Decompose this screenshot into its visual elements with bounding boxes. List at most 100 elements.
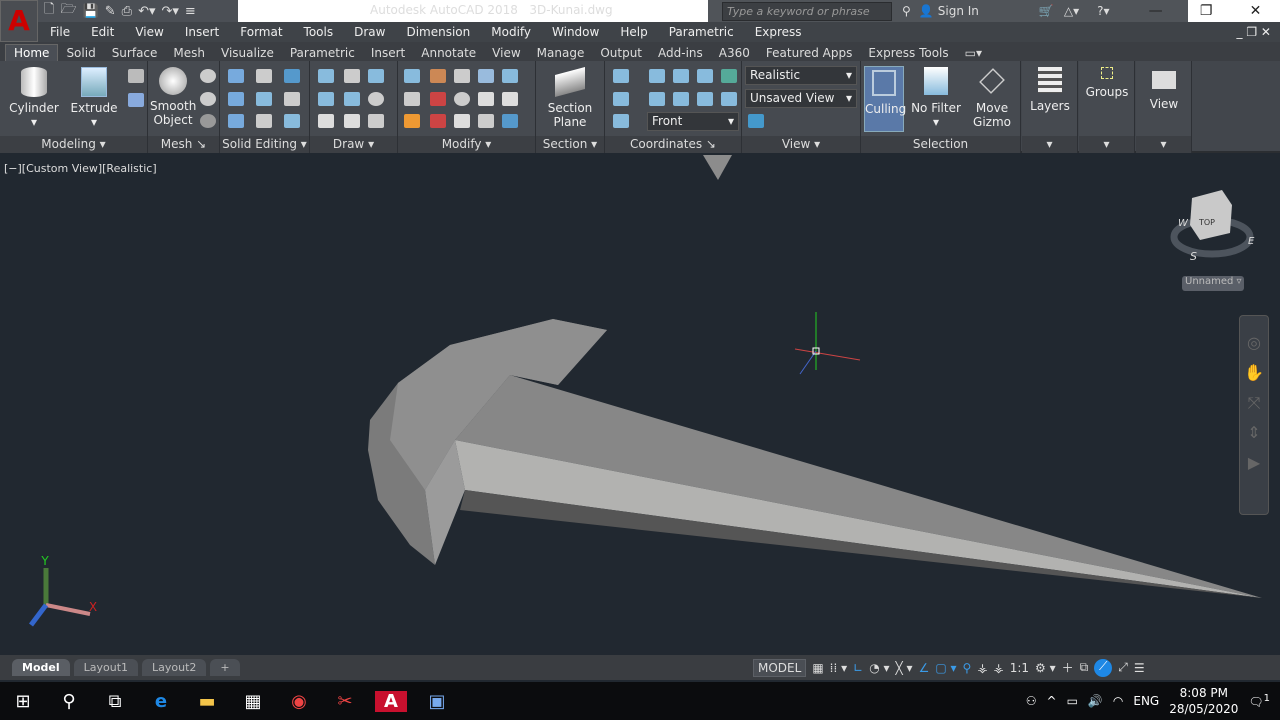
- ucs-view-icon[interactable]: [613, 114, 629, 128]
- ucs-globe-icon[interactable]: [721, 69, 737, 83]
- language-indicator[interactable]: ENG: [1133, 694, 1159, 708]
- new-icon[interactable]: 🗋: [44, 0, 54, 22]
- tab-layout2[interactable]: Layout2: [142, 659, 207, 676]
- steering-wheel-icon[interactable]: ◎: [1240, 316, 1268, 358]
- ucs-zaxis-icon[interactable]: [673, 92, 689, 106]
- snipping-tool-icon[interactable]: ✂: [322, 691, 368, 712]
- panel-view-expand[interactable]: View ▾: [1136, 61, 1192, 153]
- 3d-move-icon[interactable]: [430, 92, 446, 106]
- object-snap-icon[interactable]: ▢ ▾: [935, 661, 956, 675]
- search-icon[interactable]: ⚲: [46, 691, 92, 712]
- compass-s[interactable]: S: [1190, 250, 1197, 263]
- menu-parametric[interactable]: Parametric: [657, 25, 743, 39]
- align-icon[interactable]: [404, 92, 420, 106]
- edge-icon[interactable]: e: [138, 691, 184, 712]
- ucs-z-icon[interactable]: [697, 92, 713, 106]
- notifications-icon[interactable]: 🗨1: [1248, 693, 1270, 709]
- add-layout-button[interactable]: +: [210, 659, 240, 676]
- line-icon[interactable]: [344, 92, 360, 106]
- no-filter-button[interactable]: No Filter ▾: [911, 67, 961, 129]
- interfere-icon[interactable]: [256, 114, 272, 128]
- ucs-view-dropdown[interactable]: Front ▾: [647, 112, 739, 131]
- annotation-monitor-icon[interactable]: ＋: [1062, 659, 1074, 676]
- pan-icon[interactable]: ✋: [1240, 358, 1268, 388]
- spline-icon[interactable]: [318, 92, 334, 106]
- slice-icon[interactable]: [256, 92, 272, 106]
- layers-button[interactable]: Layers: [1024, 67, 1076, 113]
- annotation-scale[interactable]: 1:1: [1010, 661, 1029, 675]
- tab-solid[interactable]: Solid: [58, 45, 103, 61]
- viewport-controls-label[interactable]: [−][Custom View][Realistic]: [4, 162, 157, 175]
- file-explorer-icon[interactable]: ▬: [184, 691, 230, 712]
- snap-icon[interactable]: ⁞⁞ ▾: [830, 661, 847, 675]
- menu-format[interactable]: Format: [228, 25, 291, 39]
- view-button[interactable]: View: [1138, 71, 1190, 111]
- view-expand[interactable]: ▾: [1136, 136, 1191, 153]
- trim-icon[interactable]: [502, 69, 518, 83]
- menu-tools[interactable]: Tools: [292, 25, 343, 39]
- tab-output[interactable]: Output: [592, 45, 650, 61]
- ellipse-icon[interactable]: [368, 114, 384, 128]
- ucs-3point-icon[interactable]: [721, 92, 737, 106]
- workspace-gear-icon[interactable]: ⚙ ▾: [1035, 661, 1056, 675]
- stretch-icon[interactable]: [478, 114, 494, 128]
- hardware-acceleration-icon[interactable]: ⟋: [1094, 658, 1113, 677]
- polar-icon[interactable]: ◔ ▾: [869, 661, 889, 675]
- panel-groups[interactable]: Groups ▾: [1079, 61, 1135, 153]
- refine-mesh-icon[interactable]: [200, 114, 216, 128]
- panel-title-mesh[interactable]: Mesh ↘: [148, 136, 219, 153]
- offset-icon[interactable]: [478, 92, 494, 106]
- binoculars-icon[interactable]: ⚲: [902, 4, 911, 18]
- people-icon[interactable]: ⚇: [1026, 694, 1037, 708]
- menu-dimension[interactable]: Dimension: [394, 25, 479, 39]
- smooth-more-icon[interactable]: [200, 69, 216, 83]
- tab-surface[interactable]: Surface: [104, 45, 166, 61]
- grid-icon[interactable]: ▦: [812, 661, 823, 675]
- 3d-align-icon[interactable]: [430, 114, 446, 128]
- doc-window-controls[interactable]: _ ❐ ✕: [1225, 25, 1280, 39]
- copy-icon[interactable]: [454, 114, 470, 128]
- tab-featured-apps[interactable]: Featured Apps: [758, 45, 860, 61]
- ucs-object-icon[interactable]: [697, 69, 713, 83]
- calculator-icon[interactable]: ▦: [230, 691, 276, 712]
- helix-icon[interactable]: [344, 69, 360, 83]
- show-hidden-icon[interactable]: ^: [1047, 694, 1057, 708]
- groups-button[interactable]: Groups: [1081, 67, 1133, 99]
- tab-add-ins[interactable]: Add-ins: [650, 45, 711, 61]
- menu-modify[interactable]: Modify: [479, 25, 540, 39]
- annotation-visibility-icon[interactable]: ⚲: [963, 661, 972, 675]
- visual-style-dropdown[interactable]: Realistic ▾: [745, 66, 857, 85]
- menu-view[interactable]: View: [123, 25, 172, 39]
- presspull-icon[interactable]: [128, 93, 144, 107]
- viewport-config-icon[interactable]: [748, 114, 764, 128]
- extrude-button[interactable]: Extrude ▾: [68, 67, 120, 129]
- fillet-edge-icon[interactable]: [256, 69, 272, 83]
- menu-express[interactable]: Express: [743, 25, 811, 39]
- menu-help[interactable]: Help: [608, 25, 656, 39]
- drawing-viewport[interactable]: Y X W E S TOP: [0, 155, 1280, 655]
- polysolid-icon[interactable]: [128, 69, 144, 83]
- task-view-icon[interactable]: ⧉: [92, 691, 138, 712]
- a360-icon[interactable]: △▾: [1064, 4, 1079, 18]
- section-plane-button[interactable]: Section Plane: [542, 66, 598, 129]
- save-icon[interactable]: 💾: [83, 4, 99, 19]
- layers-expand[interactable]: ▾: [1022, 136, 1077, 153]
- auto-scale-icon[interactable]: ⚶: [977, 661, 987, 675]
- menu-window[interactable]: Window: [540, 25, 608, 39]
- menu-insert[interactable]: Insert: [173, 25, 228, 39]
- chrome-icon[interactable]: ◉: [276, 691, 322, 712]
- circle-icon[interactable]: [368, 92, 384, 106]
- panel-title-draw[interactable]: Draw ▾: [310, 136, 397, 153]
- viewcube-top-face[interactable]: TOP: [1198, 218, 1215, 227]
- smooth-object-button[interactable]: Smooth Object: [150, 67, 196, 127]
- help-icon[interactable]: ?▾: [1097, 4, 1109, 18]
- ucs-origin-icon[interactable]: [613, 92, 629, 106]
- isodraft-icon[interactable]: ╳ ▾: [896, 661, 913, 675]
- save-as-icon[interactable]: ✎: [105, 4, 116, 19]
- rectangle-icon[interactable]: [344, 114, 360, 128]
- ucs-previous-icon[interactable]: [649, 92, 665, 106]
- ortho-icon[interactable]: ∟: [853, 661, 863, 675]
- restore-button[interactable]: ❐: [1200, 3, 1213, 19]
- tab-insert[interactable]: Insert: [363, 45, 413, 61]
- ucs-world-icon[interactable]: [649, 69, 665, 83]
